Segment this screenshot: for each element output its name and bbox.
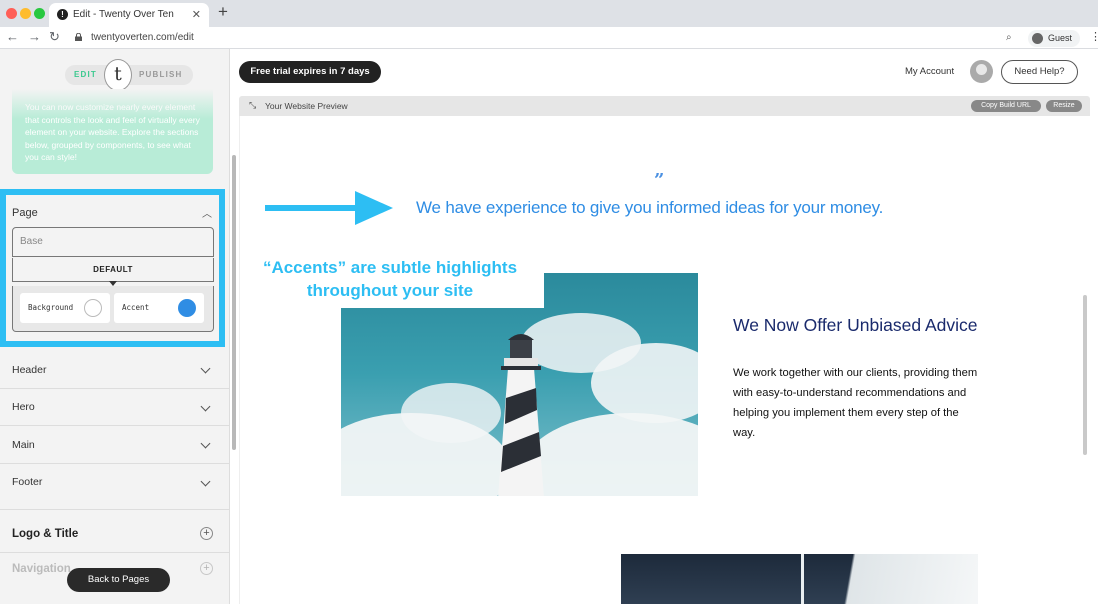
url-text[interactable]: twentyoverten.com/edit	[91, 32, 194, 43]
back-arrow-icon[interactable]: ←	[6, 29, 19, 44]
tab-close-icon[interactable]: ✕	[192, 3, 201, 27]
need-help-button[interactable]: Need Help?	[1001, 60, 1078, 84]
divider	[0, 552, 229, 553]
background-swatch-label: Background	[28, 303, 74, 312]
callout-line-2: throughout your site	[306, 281, 474, 300]
preview-scrollbar[interactable]	[1083, 295, 1087, 455]
browser-tab[interactable]: ! Edit - Twenty Over Ten ✕	[49, 3, 209, 27]
divider	[0, 509, 229, 510]
preview-toolbar: ⤡ Your Website Preview Copy Build URL Re…	[239, 96, 1090, 116]
sidebar-scrollbar[interactable]	[232, 155, 236, 450]
quote-mark-icon: ”	[654, 170, 665, 191]
profile-label: Guest	[1048, 33, 1073, 43]
trial-badge[interactable]: Free trial expires in 7 days	[239, 61, 381, 83]
divider	[0, 463, 229, 464]
chevron-down-icon[interactable]	[200, 401, 211, 412]
add-icon[interactable]: +	[200, 527, 213, 540]
lock-icon	[75, 33, 82, 41]
profile-icon	[1032, 33, 1043, 44]
brand-logo: t	[104, 59, 132, 91]
chevron-down-icon[interactable]	[200, 476, 211, 487]
close-window-icon[interactable]	[6, 8, 17, 19]
chevron-up-icon[interactable]: ︿	[202, 205, 212, 220]
callout-line-1: “Accents” are subtle highlights	[262, 258, 518, 277]
maximize-window-icon[interactable]	[34, 8, 45, 19]
mast	[801, 554, 804, 604]
sidebar-item-footer[interactable]: Footer	[12, 476, 42, 488]
sidebar-item-hero[interactable]: Hero	[12, 401, 35, 413]
offer-body-text: We work together with our clients, provi…	[733, 367, 978, 439]
sidebar-item-main[interactable]: Main	[12, 439, 35, 451]
sail-shape	[741, 554, 978, 604]
divider	[0, 425, 229, 426]
forward-arrow-icon[interactable]: →	[28, 29, 41, 44]
base-dropdown[interactable]: Base	[12, 227, 214, 257]
page-section-title[interactable]: Page	[12, 207, 38, 219]
sidebar-item-logo-title[interactable]: Logo & Title	[12, 528, 78, 540]
site-favicon-icon: !	[57, 9, 68, 20]
expand-icon[interactable]: ⤡	[249, 100, 256, 111]
testimonial-quote: We have experience to give you informed …	[416, 198, 884, 217]
browser-tab-bar: ! Edit - Twenty Over Ten ✕ +	[0, 0, 1098, 27]
accents-callout: “Accents” are subtle highlights througho…	[240, 256, 540, 302]
annotation-arrow-head	[355, 191, 393, 225]
new-tab-icon[interactable]: +	[218, 2, 228, 22]
profile-button[interactable]: Guest	[1028, 30, 1081, 47]
lighthouse-drawing	[498, 334, 544, 496]
edit-label[interactable]: EDIT	[74, 70, 97, 79]
zoom-icon[interactable]: ⌕	[1006, 32, 1012, 43]
sailboat-image	[621, 554, 978, 604]
browser-menu-icon[interactable]: ⋮	[1090, 30, 1098, 43]
accent-swatch[interactable]: Accent	[114, 293, 204, 323]
offer-heading: We Now Offer Unbiased Advice	[733, 315, 978, 335]
chevron-down-icon[interactable]	[200, 363, 211, 374]
resize-button[interactable]: Resize	[1046, 100, 1082, 112]
sidebar-item-navigation[interactable]: Navigation	[12, 563, 71, 575]
divider	[0, 388, 229, 389]
publish-label[interactable]: PUBLISH	[139, 70, 183, 79]
color-swatches: Background Accent	[12, 286, 214, 332]
annotation-arrow	[265, 205, 361, 211]
editor-sidebar: EDIT PUBLISH t You can now customize nea…	[0, 49, 230, 604]
minimize-window-icon[interactable]	[20, 8, 31, 19]
accent-color-circle[interactable]	[178, 299, 196, 317]
address-bar: ← → ↻ twentyoverten.com/edit ⌕ Guest ⋮	[0, 27, 1098, 49]
background-swatch[interactable]: Background	[20, 293, 110, 323]
reload-icon[interactable]: ↻	[49, 29, 60, 45]
default-tab[interactable]: DEFAULT	[12, 258, 214, 282]
my-account-link[interactable]: My Account	[905, 66, 954, 77]
avatar[interactable]	[970, 60, 993, 83]
sidebar-item-header[interactable]: Header	[12, 364, 46, 376]
background-color-circle[interactable]	[84, 299, 102, 317]
accent-swatch-label: Accent	[122, 303, 150, 312]
copy-build-url-button[interactable]: Copy Build URL	[971, 100, 1041, 112]
back-to-pages-button[interactable]: Back to Pages	[67, 568, 170, 592]
page-section-panel: Page ︿ Base DEFAULT Background Accent	[0, 189, 225, 347]
add-icon[interactable]: +	[200, 562, 213, 575]
intro-fade	[12, 89, 213, 119]
preview-title: Your Website Preview	[265, 101, 348, 111]
tab-title: Edit - Twenty Over Ten	[73, 9, 174, 20]
chevron-down-icon[interactable]	[200, 438, 211, 449]
